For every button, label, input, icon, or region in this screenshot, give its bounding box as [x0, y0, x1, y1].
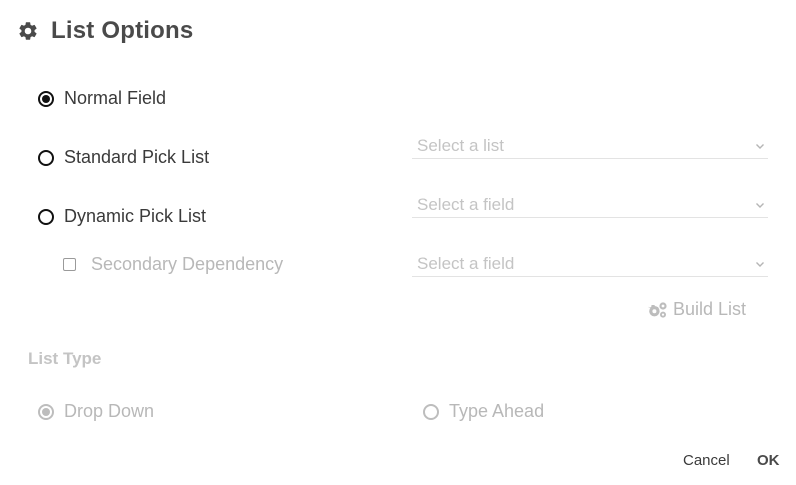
- secondary-field-select[interactable]: Select a field: [412, 251, 768, 277]
- type-ahead-radio[interactable]: [423, 403, 439, 420]
- standard-pick-list-radio[interactable]: [38, 149, 54, 166]
- type-ahead-label: Type Ahead: [449, 401, 545, 421]
- chevron-down-icon: [754, 199, 766, 211]
- list-type-title: List Type: [28, 349, 102, 368]
- drop-down-option[interactable]: Drop Down: [38, 401, 154, 422]
- secondary-dependency-label: Secondary Dependency: [91, 254, 284, 274]
- standard-list-select[interactable]: Select a list: [412, 133, 768, 159]
- secondary-field-select-value: Select a field: [417, 253, 515, 273]
- secondary-dependency-checkbox[interactable]: [63, 258, 76, 271]
- gear-icon: [17, 20, 39, 42]
- dynamic-pick-list-radio[interactable]: [38, 208, 54, 225]
- dialog-header: List Options: [17, 17, 193, 45]
- normal-field-label: Normal Field: [64, 88, 167, 108]
- build-list-button[interactable]: Build List: [648, 299, 746, 320]
- standard-list-select-value: Select a list: [417, 135, 504, 155]
- dynamic-pick-list-option[interactable]: Dynamic Pick List: [38, 206, 206, 227]
- dynamic-pick-list-label: Dynamic Pick List: [64, 206, 207, 226]
- dynamic-field-select[interactable]: Select a field: [412, 192, 768, 218]
- gears-icon: [648, 301, 668, 319]
- list-options-dialog: List Options Normal Field Standard Pick …: [0, 0, 796, 485]
- normal-field-radio[interactable]: [38, 90, 54, 107]
- secondary-dependency-option[interactable]: Secondary Dependency: [63, 254, 283, 275]
- build-list-label: Build List: [673, 299, 747, 319]
- type-ahead-option[interactable]: Type Ahead: [423, 401, 544, 422]
- drop-down-label: Drop Down: [64, 401, 155, 421]
- dynamic-field-select-value: Select a field: [417, 194, 515, 214]
- standard-pick-list-label: Standard Pick List: [64, 147, 210, 167]
- cancel-button[interactable]: Cancel: [683, 452, 730, 469]
- chevron-down-icon: [754, 258, 766, 270]
- standard-pick-list-option[interactable]: Standard Pick List: [38, 147, 209, 168]
- dialog-title: List Options: [51, 17, 194, 44]
- ok-button[interactable]: OK: [757, 452, 780, 469]
- chevron-down-icon: [754, 140, 766, 152]
- drop-down-radio[interactable]: [38, 403, 54, 420]
- normal-field-option[interactable]: Normal Field: [38, 88, 166, 109]
